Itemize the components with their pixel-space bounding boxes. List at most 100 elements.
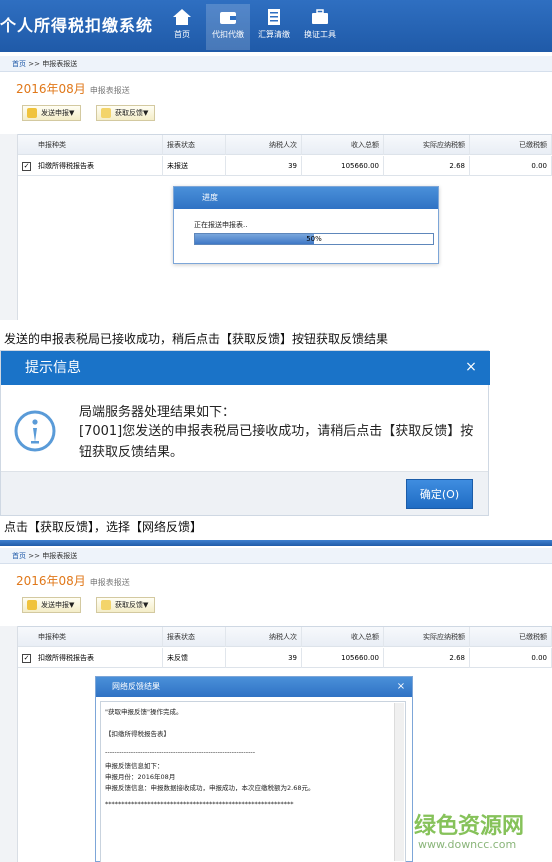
cell-status: 未报送 (163, 156, 226, 176)
prompt-dialog: 提示信息 × 局端服务器处理结果如下： [7001]您发送的申报表税局已接收成功… (0, 350, 490, 516)
send-declaration-button[interactable]: 发送申报▼ (22, 597, 82, 613)
nav-home[interactable]: 首页 (160, 4, 204, 50)
col-header-paid: 已缴税额 (470, 135, 552, 155)
caption-step-1: 发送的申报表税局已接收成功，稍后点击【获取反馈】按钮获取反馈结果 (4, 332, 389, 346)
cell-status: 未反馈 (163, 648, 226, 668)
table-row[interactable]: ✓ 扣缴所得税报告表 未报送 39 105660.00 2.68 0.00 (18, 156, 552, 176)
home-icon (173, 9, 191, 25)
watermark-url: www.downcc.com (418, 838, 517, 851)
left-pane (0, 134, 18, 320)
cell-tax: 2.68 (384, 156, 470, 176)
table-header-row: 申报种类 报表状态 纳税人次 收入总额 实际应纳税额 已缴税额 (18, 627, 552, 647)
col-header-count: 纳税人次 (226, 627, 302, 647)
breadcrumb-home[interactable]: 首页 (12, 552, 26, 560)
cell-count: 39 (226, 648, 302, 668)
feedback-line: 申报月份：2016年08月 (105, 773, 176, 781)
nav-tools[interactable]: 换证工具 (298, 4, 342, 50)
col-header-type: 申报种类 (18, 627, 163, 647)
period-label: 申报表报送 (89, 86, 130, 95)
feedback-line: 【扣缴所得税报告表】 (105, 730, 170, 738)
breadcrumb-separator: >> (28, 552, 40, 560)
declaration-table: 申报种类 报表状态 纳税人次 收入总额 实际应纳税额 已缴税额 ✓ 扣缴所得税报… (18, 626, 552, 668)
cell-income: 105660.00 (302, 648, 384, 668)
nav-home-label: 首页 (174, 30, 190, 39)
cell-type: 扣缴所得税报告表 (18, 648, 163, 668)
feedback-line: 申报反馈信息如下： (105, 762, 164, 770)
nav-settlement-label: 汇算清缴 (258, 30, 290, 39)
get-feedback-button[interactable]: 获取反馈▼ (96, 105, 156, 121)
breadcrumb-separator: >> (28, 60, 40, 68)
progress-bar: 50% (194, 233, 434, 245)
cell-count: 39 (226, 156, 302, 176)
breadcrumb: 首页 >> 申报表报送 (0, 548, 552, 564)
left-pane (0, 626, 18, 862)
col-header-status: 报表状态 (163, 135, 226, 155)
breadcrumb-current: 申报表报送 (42, 60, 78, 68)
caption-step-2: 点击【获取反馈】，选择【网络反馈】 (4, 520, 203, 534)
table-header-row: 申报种类 报表状态 纳税人次 收入总额 实际应纳税额 已缴税额 (18, 135, 552, 155)
prompt-dialog-title: 提示信息 (1, 351, 490, 385)
cell-tax: 2.68 (384, 648, 470, 668)
col-header-tax: 实际应纳税额 (384, 135, 470, 155)
nav-tools-label: 换证工具 (304, 30, 336, 39)
nav-settlement[interactable]: 汇算清缴 (252, 4, 296, 50)
progress-dialog: 进度 正在报送申报表.. 50% (173, 186, 439, 264)
send-icon (27, 600, 37, 610)
period-heading: 2016年08月 申报表报送 (16, 572, 130, 589)
feedback-scrollbar[interactable] (394, 703, 404, 861)
feedback-line: "获取申报反馈"操作完成。 (105, 708, 183, 716)
send-declaration-label: 发送申报▼ (41, 601, 75, 609)
cell-income: 105660.00 (302, 156, 384, 176)
progress-message: 正在报送申报表.. (194, 221, 248, 229)
progress-dialog-title: 进度 (174, 187, 438, 209)
get-feedback-label: 获取反馈▼ (115, 109, 149, 117)
send-icon (27, 108, 37, 118)
feedback-text-area[interactable]: "获取申报反馈"操作完成。 【扣缴所得税报告表】 ---------------… (100, 701, 406, 862)
period-value: 2016年08月 (16, 574, 86, 588)
cell-paid: 0.00 (470, 648, 552, 668)
feedback-icon (101, 108, 111, 118)
breadcrumb-current: 申报表报送 (42, 552, 78, 560)
col-header-income: 收入总额 (302, 627, 384, 647)
get-feedback-button[interactable]: 获取反馈▼ (96, 597, 156, 613)
document-icon (268, 9, 280, 25)
wallet-icon (220, 12, 236, 24)
col-header-status: 报表状态 (163, 627, 226, 647)
feedback-line: 申报反馈信息：申报数据接收成功，申报成功，本次应缴税额为2.68元。 (105, 784, 315, 792)
send-declaration-label: 发送申报▼ (41, 109, 75, 117)
progress-percent: 50% (306, 235, 322, 243)
feedback-icon (101, 600, 111, 610)
nav-withholding-label: 代扣代缴 (212, 30, 244, 39)
app-header-strip (0, 540, 552, 546)
network-feedback-dialog: 网络反馈结果 × "获取申报反馈"操作完成。 【扣缴所得税报告表】 ------… (95, 676, 413, 862)
send-declaration-button[interactable]: 发送申报▼ (22, 105, 82, 121)
table-row[interactable]: ✓ 扣缴所得税报告表 未反馈 39 105660.00 2.68 0.00 (18, 648, 552, 668)
col-header-income: 收入总额 (302, 135, 384, 155)
declaration-table: 申报种类 报表状态 纳税人次 收入总额 实际应纳税额 已缴税额 ✓ 扣缴所得税报… (18, 134, 552, 176)
period-heading: 2016年08月 申报表报送 (16, 80, 130, 97)
info-icon (14, 410, 56, 452)
ok-button[interactable]: 确定(O) (406, 479, 473, 509)
watermark-logo: 绿色资源网 (414, 814, 525, 839)
app-title: 个人所得税扣缴系统 (0, 16, 154, 35)
feedback-line: ****************************************… (105, 800, 294, 808)
toolbox-icon (312, 9, 328, 24)
breadcrumb: 首页 >> 申报表报送 (0, 56, 552, 72)
period-value: 2016年08月 (16, 82, 86, 96)
period-label: 申报表报送 (89, 578, 130, 587)
close-icon[interactable]: × (463, 359, 479, 375)
feedback-line: ----------------------------------------… (105, 748, 256, 756)
col-header-count: 纳税人次 (226, 135, 302, 155)
breadcrumb-home[interactable]: 首页 (12, 60, 26, 68)
close-icon[interactable]: × (394, 680, 408, 694)
cell-type: 扣缴所得税报告表 (18, 156, 163, 176)
nav-withholding[interactable]: 代扣代缴 (206, 4, 250, 50)
feedback-dialog-title: 网络反馈结果 (96, 677, 412, 697)
app-header: 个人所得税扣缴系统 首页 代扣代缴 汇算清缴 换证工具 (0, 0, 552, 52)
col-header-paid: 已缴税额 (470, 627, 552, 647)
col-header-type: 申报种类 (18, 135, 163, 155)
col-header-tax: 实际应纳税额 (384, 627, 470, 647)
prompt-heading: 局端服务器处理结果如下： (79, 405, 236, 420)
get-feedback-label: 获取反馈▼ (115, 601, 149, 609)
prompt-message: [7001]您发送的申报表税局已接收成功，请稍后点击【获取反馈】按钮获取反馈结果… (79, 424, 474, 460)
